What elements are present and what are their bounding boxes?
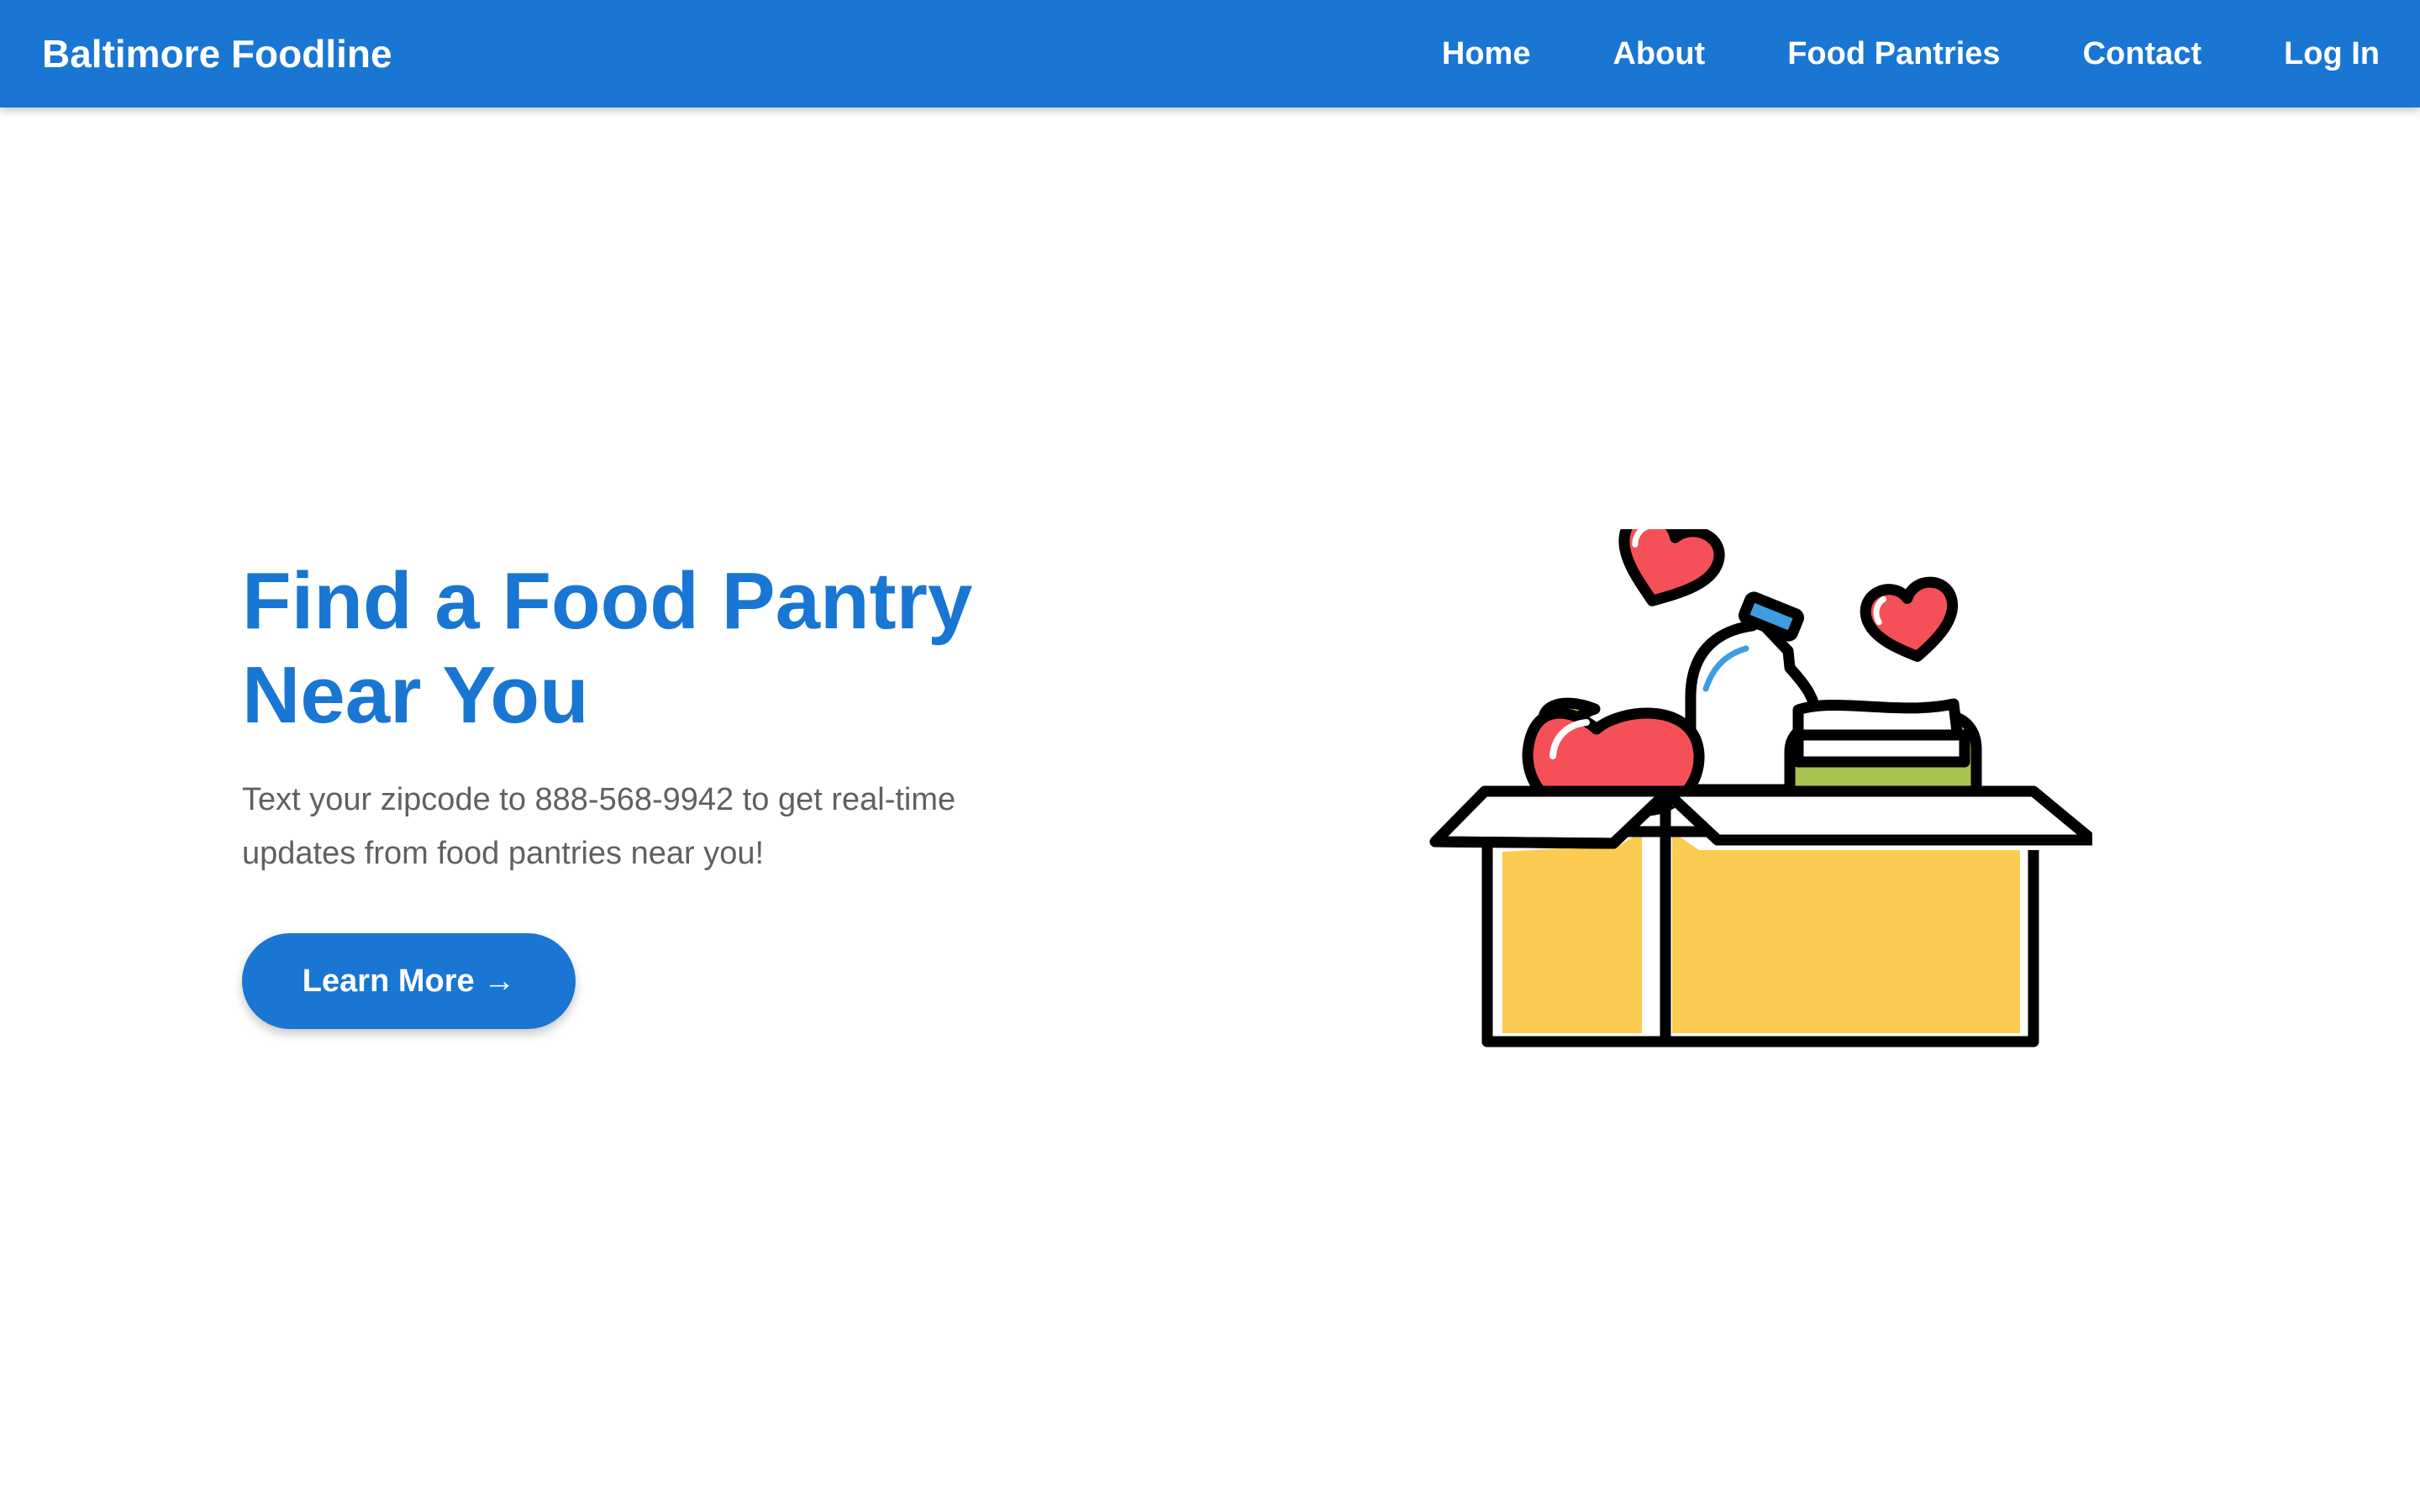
learn-more-button[interactable]: Learn More →: [242, 933, 576, 1029]
nav-login-link[interactable]: Log In: [2284, 36, 2380, 72]
nav-home-link[interactable]: Home: [1442, 36, 1531, 72]
hero-title: Find a Food Pantry Near You: [242, 554, 1065, 743]
nav-food-pantries-link[interactable]: Food Pantries: [1787, 36, 2000, 72]
heart-icon-left: [1618, 509, 1725, 606]
main-nav: Home About Food Pantries Contact Log In: [1442, 0, 2380, 108]
food-donation-box-icon: [1429, 509, 2098, 1047]
top-navbar: Baltimore Foodline Home About Food Pantr…: [0, 0, 2420, 108]
nav-about-link[interactable]: About: [1612, 36, 1705, 72]
nav-contact-link[interactable]: Contact: [2083, 36, 2202, 72]
hero-title-line-1: Find a Food Pantry: [242, 556, 973, 646]
hero-section: Find a Food Pantry Near You Text your zip…: [242, 554, 1065, 880]
food-donation-box-illustration: [1428, 509, 2098, 1050]
heart-icon-right: [1860, 576, 1958, 662]
brand-logo-link[interactable]: Baltimore Foodline: [42, 0, 392, 108]
box-icon: [1429, 785, 2098, 1047]
hero-subtitle: Text your zipcode to 888-568-9942 to get…: [242, 782, 956, 871]
hero-title-line-2: Near You: [242, 650, 589, 740]
